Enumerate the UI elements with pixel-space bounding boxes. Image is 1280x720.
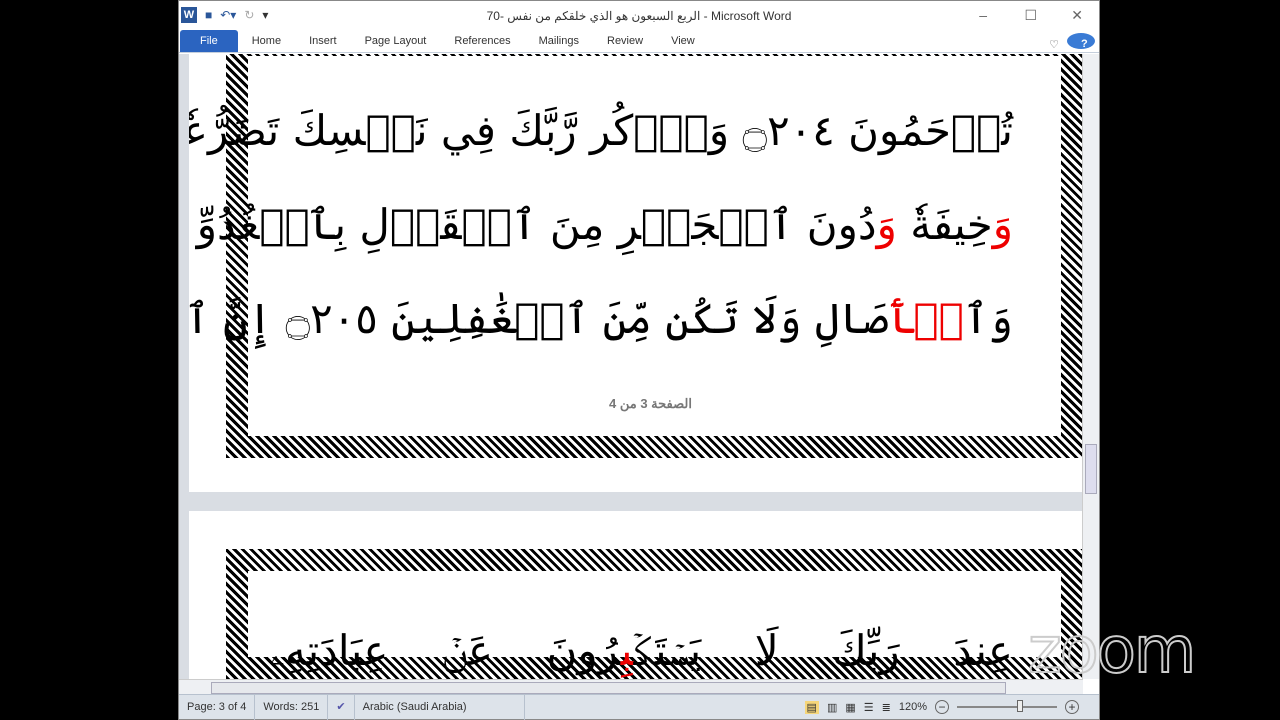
text-line: عِندَ رَبِّكَ لَا يَسۡتَكۡبِرُونَ عَنۡ ع… — [269, 626, 1013, 676]
red-letter: لۡأٓ — [888, 294, 964, 343]
tab-page-layout[interactable]: Page Layout — [351, 30, 441, 52]
text: دُونَ ٱلۡجَهۡرِ مِنَ ٱلۡقَوۡلِ بِٱلۡغُدُ… — [196, 200, 877, 249]
zoom-level[interactable]: 120% — [899, 701, 927, 713]
proofing-icon[interactable]: ✔ — [328, 694, 355, 720]
red-letter: بِ — [620, 626, 634, 675]
zoom-in-button[interactable]: + — [1065, 700, 1079, 714]
word-count[interactable]: Words: 251 — [255, 694, 329, 720]
tab-insert[interactable]: Insert — [295, 30, 351, 52]
text: رُونَ عَنۡ عِبَادَتِهِۦ — [269, 626, 621, 675]
zoom-slider[interactable] — [957, 700, 1057, 712]
print-layout-icon[interactable]: ▤ — [804, 700, 819, 714]
page-number: الصفحة 3 من 4 — [609, 396, 692, 411]
vertical-scrollbar[interactable] — [1082, 54, 1099, 679]
text-line: وَٱلۡأٓصَالِ وَلَا تَكُن مِّنَ ٱلۡغَٰفِل… — [189, 294, 1013, 344]
page-3: تُرۡحَمُونَ ۝٢٠٤ وَٱذۡكُر رَّبَّكَ فِي ن… — [189, 54, 1083, 492]
text: وَٱ — [963, 294, 1013, 343]
zoom-watermark-logo: zoom — [1027, 614, 1197, 688]
reading-layout-icon[interactable]: ▥ — [827, 701, 837, 714]
tab-mailings[interactable]: Mailings — [525, 30, 593, 52]
tab-view[interactable]: View — [657, 30, 709, 52]
scroll-thumb[interactable] — [1085, 444, 1097, 494]
zoom-slider-thumb[interactable] — [1017, 700, 1023, 712]
red-letter: وَ — [876, 200, 897, 249]
tab-file[interactable]: File — [180, 30, 238, 52]
scroll-thumb[interactable] — [211, 682, 1006, 694]
close-button[interactable]: ✕ — [1071, 7, 1083, 24]
text: عِندَ رَبِّكَ لَا يَسۡتَكۡ — [633, 626, 1013, 675]
ribbon-tabs: File Home Insert Page Layout References … — [179, 30, 1099, 53]
page-4: عِندَ رَبِّكَ لَا يَسۡتَكۡبِرُونَ عَنۡ ع… — [189, 511, 1083, 679]
page-count[interactable]: Page: 3 of 4 — [179, 694, 256, 720]
minimize-button[interactable]: – — [979, 7, 987, 23]
text-line: تُرۡحَمُونَ ۝٢٠٤ وَٱذۡكُر رَّبَّكَ فِي ن… — [189, 106, 1013, 155]
zoom-controls: ▤ ▥ ▦ ☰ ≣ 120% − + — [804, 700, 1079, 714]
tab-review[interactable]: Review — [593, 30, 657, 52]
zoom-out-button[interactable]: − — [935, 700, 949, 714]
help-icon[interactable]: ? — [1067, 33, 1095, 50]
word-window: W ■ ↶▾ ↻ ▾ الربع السبعون هو الذي خلقكم م… — [178, 0, 1100, 720]
text-line: وَخِيفَةٗ وَدُونَ ٱلۡجَهۡرِ مِنَ ٱلۡقَوۡ… — [197, 200, 1013, 250]
draft-icon[interactable]: ≣ — [882, 701, 891, 714]
text: صَالِ وَلَا تَكُن مِّنَ ٱلۡغَٰفِلِينَ ۝٢… — [189, 294, 889, 343]
text: خِيفَةٗ — [896, 200, 993, 249]
document-area[interactable]: تُرۡحَمُونَ ۝٢٠٤ وَٱذۡكُر رَّبَّكَ فِي ن… — [179, 54, 1083, 679]
tab-references[interactable]: References — [440, 30, 524, 52]
web-layout-icon[interactable]: ▦ — [845, 701, 855, 714]
maximize-button[interactable]: ☐ — [1024, 7, 1037, 24]
status-bar: Page: 3 of 4 Words: 251 ✔ Arabic (Saudi … — [179, 694, 1099, 720]
red-letter: وَ — [992, 200, 1013, 249]
outline-icon[interactable]: ☰ — [864, 701, 874, 714]
title-bar: W ■ ↶▾ ↻ ▾ الربع السبعون هو الذي خلقكم م… — [179, 1, 1099, 31]
window-title: الربع السبعون هو الذي خلقكم من نفس -70 -… — [486, 9, 792, 23]
language[interactable]: Arabic (Saudi Arabia) — [355, 694, 525, 720]
tab-home[interactable]: Home — [238, 30, 295, 52]
